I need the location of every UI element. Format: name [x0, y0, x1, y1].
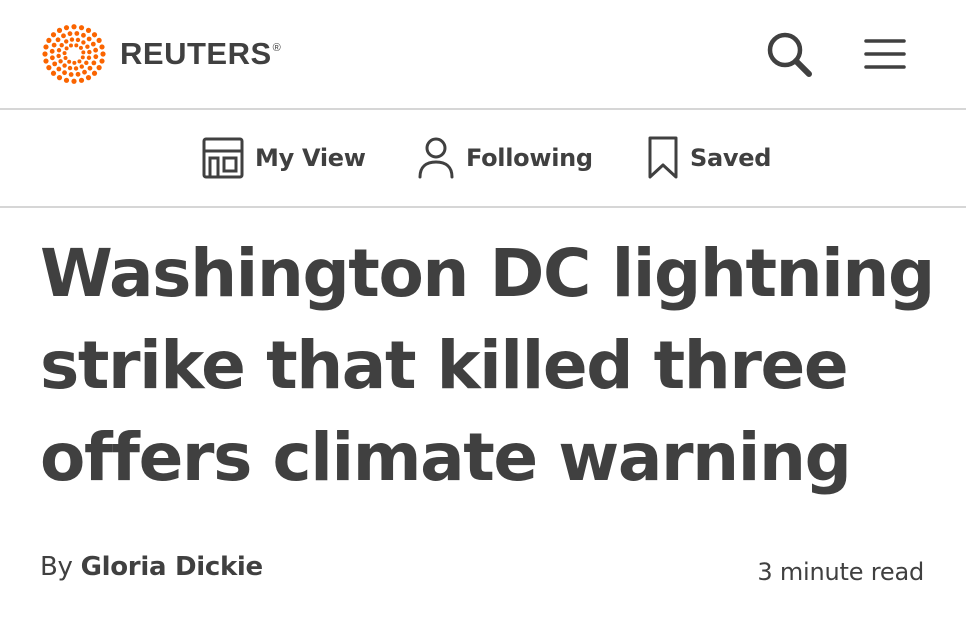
nav-my-view[interactable]: My View [201, 110, 366, 206]
logo-dot [68, 43, 73, 48]
logo-dot [63, 56, 68, 61]
logo-dot [59, 42, 64, 48]
article-byline: By Gloria Dickie [40, 552, 263, 582]
logo-dot [43, 44, 49, 50]
logo-dot [78, 45, 83, 50]
hamburger-menu-icon [864, 39, 906, 69]
logo-dot [99, 58, 105, 64]
logo-registered-mark: ® [272, 42, 281, 54]
logo-dot [91, 60, 97, 66]
logo-dot [43, 58, 49, 64]
logo-dot [90, 41, 96, 47]
bookmark-icon [648, 136, 678, 179]
logo-dot [79, 64, 84, 69]
logo-dot [80, 55, 85, 60]
logo-dot [87, 65, 93, 71]
menu-button[interactable] [862, 34, 908, 74]
reuters-logo-icon [42, 24, 106, 84]
logo-dot [99, 44, 105, 50]
top-header: REUTERS ® [0, 0, 966, 110]
logo-dot [73, 66, 79, 71]
logo-dot [52, 61, 58, 67]
logo-dot [75, 37, 81, 43]
logo-dot [86, 36, 92, 42]
logo-dot [61, 33, 66, 39]
logo-dot [74, 31, 80, 36]
author-link[interactable]: Gloria Dickie [81, 552, 264, 582]
layout-icon [202, 137, 244, 179]
reuters-logo-link[interactable]: REUTERS ® [40, 22, 281, 86]
search-icon [767, 32, 812, 77]
nav-saved[interactable]: Saved [646, 110, 771, 206]
logo-dot [62, 51, 67, 56]
logo-dot [49, 55, 55, 61]
logo-dot [55, 37, 61, 43]
logo-dot [81, 50, 86, 55]
nav-following-label: Following [466, 144, 593, 172]
logo-dot [56, 53, 61, 59]
logo-dot [67, 59, 72, 64]
logo-dot [46, 65, 52, 71]
logo-dot [96, 65, 102, 71]
logo-dot [91, 70, 98, 76]
logo-dot [81, 32, 86, 38]
search-button[interactable] [765, 30, 813, 78]
logo-dot [91, 32, 98, 38]
logo-dot [42, 51, 48, 57]
logo-dot [50, 70, 57, 76]
nav-my-view-label: My View [255, 144, 366, 172]
logo-dot [77, 59, 82, 64]
logo-dot [58, 59, 63, 64]
logo-dot [56, 48, 62, 53]
logo-dot [62, 70, 67, 76]
logo-dot [93, 54, 99, 60]
logo-dot [51, 42, 57, 48]
logo-dot [56, 75, 63, 81]
logo-dot [74, 43, 79, 48]
logo-dot [64, 46, 69, 51]
logo-dot [85, 44, 90, 49]
logo-dot [87, 49, 92, 55]
logo-dot [64, 39, 69, 44]
read-time: 3 minute read [757, 558, 924, 586]
nav-following[interactable]: Following [416, 110, 593, 206]
logo-dot [86, 55, 92, 60]
person-icon [418, 137, 454, 179]
logo-dot [84, 60, 89, 66]
logo-dot [72, 60, 77, 65]
logo-dot [96, 37, 102, 43]
byline-prefix: By [40, 552, 81, 582]
logo-dot [93, 47, 99, 53]
logo-dot [69, 37, 75, 42]
logo-dot [78, 25, 85, 31]
logo-wordmark: REUTERS [120, 36, 272, 71]
logo-dot [81, 40, 86, 45]
user-nav-bar: My View Following Saved [0, 110, 966, 208]
logo-dot [56, 66, 62, 72]
logo-dot [62, 63, 67, 68]
logo-dot [50, 32, 57, 38]
logo-dot [49, 48, 55, 54]
logo-dot [75, 71, 81, 77]
logo-dot [67, 31, 73, 37]
logo-dot [67, 65, 73, 71]
logo-dot [85, 75, 92, 81]
logo-dot [71, 78, 77, 84]
logo-dot [68, 72, 74, 77]
logo-dot [82, 69, 87, 75]
logo-dot [56, 27, 63, 33]
article-headline: Washington DC lightning strike that kill… [40, 235, 935, 496]
logo-dot [85, 27, 92, 33]
nav-saved-label: Saved [690, 144, 772, 172]
logo-dot [63, 77, 70, 83]
logo-dot [46, 37, 52, 43]
logo-dot [63, 25, 70, 31]
logo-dot [71, 24, 77, 30]
logo-dot [78, 77, 85, 83]
logo-dot [100, 51, 106, 57]
